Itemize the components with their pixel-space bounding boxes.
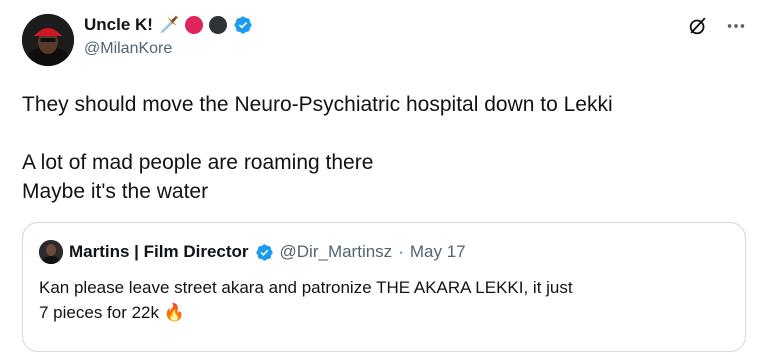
quoted-line: Kan please leave street akara and patron… xyxy=(39,278,573,297)
verified-badge-icon xyxy=(233,15,253,35)
black-circle-icon xyxy=(208,16,227,34)
dagger-emoji: 🗡️ xyxy=(158,17,179,34)
author-avatar[interactable] xyxy=(22,14,74,66)
verified-badge-icon xyxy=(255,243,274,262)
author-display-name[interactable]: Uncle K! xyxy=(84,15,153,35)
tweet-card[interactable]: Uncle K! 🗡️ @MilanKore They should move … xyxy=(0,0,770,352)
quoted-line-2: 7 pieces for 22k 🔥 xyxy=(39,300,679,325)
grok-icon[interactable] xyxy=(686,14,710,38)
quoted-date[interactable]: May 17 xyxy=(410,242,466,262)
quoted-tweet-header: Martins | Film Director @Dir_Martinsz · … xyxy=(39,240,466,264)
tweet-line: Maybe it's the water xyxy=(22,180,209,203)
author-handle[interactable]: @MilanKore xyxy=(84,40,172,58)
author-name-row: Uncle K! 🗡️ xyxy=(84,14,253,36)
tweet-text: They should move the Neuro-Psychiatric h… xyxy=(22,90,742,206)
quoted-author-name[interactable]: Martins | Film Director xyxy=(69,242,249,262)
tweet-line: A lot of mad people are roaming there xyxy=(22,151,374,174)
red-circle-icon xyxy=(184,16,203,34)
fire-emoji: 🔥 xyxy=(163,303,185,322)
tweet-line: They should move the Neuro-Psychiatric h… xyxy=(22,93,613,116)
quoted-author-avatar[interactable] xyxy=(39,240,63,264)
quoted-author-handle[interactable]: @Dir_Martinsz xyxy=(280,242,393,262)
quoted-line-text: 7 pieces for 22k xyxy=(39,303,160,322)
quoted-tweet-text: Kan please leave street akara and patron… xyxy=(39,275,679,325)
top-actions xyxy=(686,14,748,38)
meta-separator: · xyxy=(398,242,404,261)
more-icon[interactable] xyxy=(724,14,748,38)
